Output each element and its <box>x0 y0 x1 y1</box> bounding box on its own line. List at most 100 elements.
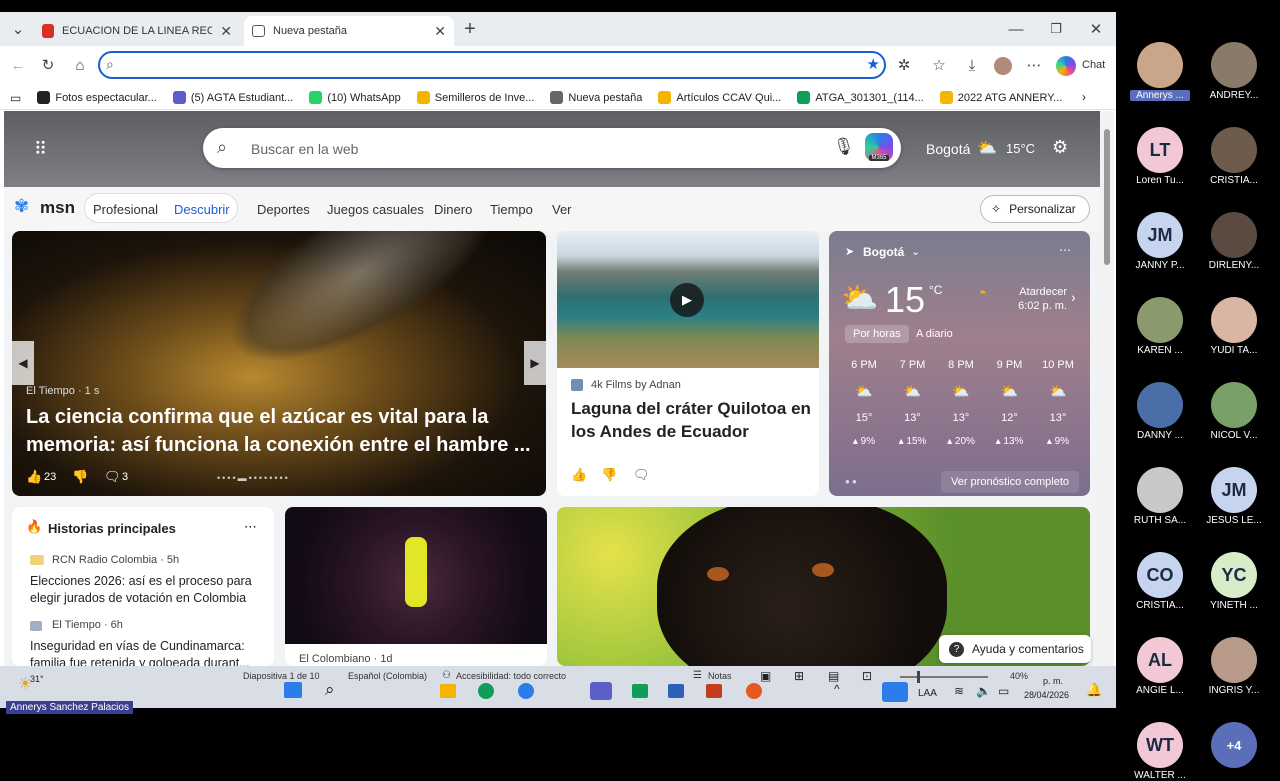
chat-label[interactable]: Chat <box>1082 59 1105 71</box>
scrollbar-thumb[interactable] <box>1104 129 1110 265</box>
chevron-right-icon[interactable]: › <box>1082 90 1086 104</box>
back-icon[interactable]: ← <box>4 51 32 79</box>
participant-tile[interactable]: AL ANGIE L... <box>1130 637 1190 696</box>
notification-icon[interactable]: 🔔 <box>1086 682 1102 698</box>
zoom-slider-thumb[interactable] <box>917 671 920 683</box>
firefox-icon[interactable] <box>746 683 762 699</box>
profile-avatar[interactable] <box>994 57 1012 75</box>
search-icon[interactable]: ⌕ <box>325 680 335 700</box>
bookmark-item[interactable]: Artículos CCAV Qui... <box>658 91 781 104</box>
hour-column[interactable]: 10 PM ⛅ 13° ▴ 9% <box>1035 353 1081 463</box>
web-search-box[interactable]: ⌕ Buscar en la web 🎙 M365 <box>203 128 901 168</box>
notes-button[interactable]: Notas <box>708 671 732 681</box>
excel-icon[interactable] <box>632 684 648 698</box>
slide-sorter-icon[interactable]: ⊞ <box>794 669 804 683</box>
tray-chevron-icon[interactable]: ^ <box>834 682 840 696</box>
nav-deportes[interactable]: Deportes <box>257 202 310 217</box>
video-card[interactable]: ▶ 4k Films by Adnan Laguna del cráter Qu… <box>557 231 819 496</box>
participant-tile[interactable]: RUTH SA... <box>1130 467 1190 526</box>
tab-daily[interactable]: A diario <box>916 328 953 340</box>
like-icon[interactable]: 👍 <box>26 469 42 485</box>
home-icon[interactable]: ⌂ <box>66 51 94 79</box>
msn-logo[interactable]: msn <box>40 198 75 218</box>
zoom-level[interactable]: 40% <box>1010 671 1028 681</box>
close-icon[interactable]: ✕ <box>434 23 446 40</box>
clock-time[interactable]: p. m. <box>1043 676 1063 686</box>
windows-start-icon[interactable] <box>284 682 302 698</box>
nav-profesional[interactable]: Profesional <box>93 202 158 217</box>
downloads-icon[interactable]: ⤓ <box>958 51 986 79</box>
tab-list-icon[interactable]: ⌄ <box>4 15 32 43</box>
bookmark-item[interactable]: Fotos espectacular... <box>37 91 157 104</box>
normal-view-icon[interactable]: ▣ <box>760 669 771 683</box>
tab-hourly[interactable]: Por horas <box>845 325 909 343</box>
participant-tile[interactable]: NICOL V... <box>1204 382 1264 441</box>
m365-icon[interactable]: M365 <box>865 133 893 161</box>
chrome-icon[interactable] <box>478 683 494 699</box>
tab-pdf[interactable]: ECUACION DE LA LINEA RECTA tar ✕ <box>34 16 240 46</box>
edge-icon[interactable] <box>518 683 534 699</box>
bookmark-item[interactable]: 2022 ATG ANNERY... <box>939 91 1062 104</box>
powerpoint-icon[interactable] <box>706 684 722 698</box>
full-forecast-link[interactable]: Ver pronóstico completo <box>941 471 1079 493</box>
copilot-icon[interactable] <box>1056 56 1076 76</box>
slideshow-icon[interactable]: ⊡ <box>862 669 872 683</box>
reading-view-icon[interactable]: ▤ <box>828 669 839 683</box>
participant-tile[interactable]: INGRIS Y... <box>1204 637 1264 696</box>
favorite-star-icon[interactable]: ★ <box>867 55 880 73</box>
participant-tile[interactable]: LT Loren Tu... <box>1130 127 1190 186</box>
participant-tile[interactable]: ANDREY... <box>1204 42 1264 101</box>
apps-grid-icon[interactable]: ⠿ <box>34 139 48 160</box>
participant-tile[interactable]: YUDI TA... <box>1204 297 1264 356</box>
participant-tile[interactable]: CRISTIA... <box>1204 127 1264 186</box>
nav-ver[interactable]: Ver <box>552 202 572 217</box>
participant-tile[interactable]: CO CRISTIA... <box>1130 552 1190 611</box>
clock-date[interactable]: 28/04/2026 <box>1024 690 1069 700</box>
feedback-button[interactable]: ? Ayuda y comentarios <box>939 635 1091 663</box>
dislike-icon[interactable]: 👎 <box>72 469 88 485</box>
video-title[interactable]: Laguna del cráter Quilotoa en los Andes … <box>571 397 811 443</box>
close-icon[interactable]: ✕ <box>220 23 232 40</box>
close-window-button[interactable]: ✕ <box>1082 15 1110 43</box>
comment-icon[interactable]: 🗨 <box>633 467 650 483</box>
weather-card[interactable]: ➤ Bogotá ⌄ ⋯ ⛅ 15 °C ◓ Atardecer 6:02 p.… <box>829 231 1090 496</box>
volume-icon[interactable]: 🔈 <box>976 684 991 698</box>
favorites-icon[interactable]: ☆ <box>925 51 953 79</box>
nav-dinero[interactable]: Dinero <box>434 202 472 217</box>
chevron-down-icon[interactable]: ⌄ <box>911 245 920 258</box>
participant-tile[interactable]: JM JESUS LE... <box>1204 467 1264 526</box>
chevron-right-icon[interactable]: › <box>1071 289 1076 305</box>
story-title[interactable]: Elecciones 2026: así es el proceso para … <box>30 573 260 607</box>
page-dots[interactable]: ● ● <box>845 477 857 486</box>
refresh-icon[interactable]: ↻ <box>34 51 62 79</box>
tray-app-icon[interactable] <box>882 682 908 702</box>
play-icon[interactable]: ▶ <box>670 283 704 317</box>
participant-tile[interactable]: DANNY ... <box>1130 382 1190 441</box>
minimize-button[interactable]: — <box>1002 15 1030 43</box>
battery-icon[interactable]: ▭ <box>998 684 1009 698</box>
weather-city[interactable]: Bogotá <box>863 245 904 259</box>
bookmark-item[interactable]: Semilleros de Inve... <box>416 91 534 104</box>
word-icon[interactable] <box>668 684 684 698</box>
settings-gear-icon[interactable]: ⚙ <box>1052 137 1068 158</box>
new-tab-button[interactable]: + <box>456 15 484 43</box>
collections-icon[interactable]: ▭ <box>10 91 21 105</box>
more-menu-icon[interactable]: ⋯ <box>1059 243 1071 257</box>
nav-tiempo[interactable]: Tiempo <box>490 202 533 217</box>
like-icon[interactable]: 👍 <box>571 467 587 483</box>
lead-title[interactable]: La ciencia confirma que el azúcar es vit… <box>26 403 536 459</box>
nav-juegos[interactable]: Juegos casuales <box>327 202 424 217</box>
hour-column[interactable]: 7 PM ⛅ 13° ▴ 15% <box>890 353 936 463</box>
file-explorer-icon[interactable] <box>440 684 456 698</box>
comment-icon[interactable]: 🗨 <box>104 469 121 485</box>
more-menu-icon[interactable]: ⋯ <box>244 519 257 535</box>
bookmark-item[interactable]: ATGA_301301_(114... <box>797 91 924 104</box>
microphone-icon[interactable]: 🎙 <box>833 137 855 157</box>
hour-column[interactable]: 8 PM ⛅ 13° ▴ 20% <box>938 353 984 463</box>
weather-city[interactable]: Bogotá <box>926 141 970 157</box>
bookmark-item[interactable]: (10) WhatsApp <box>309 91 401 104</box>
more-menu-icon[interactable]: ⋯ <box>1020 51 1048 79</box>
participant-tile[interactable]: Annerys ... <box>1130 42 1190 101</box>
lead-story-card[interactable]: ◀ ▶ El Tiempo · 1 s La ciencia confirma … <box>12 231 546 496</box>
nav-descubrir[interactable]: Descubrir <box>174 202 230 217</box>
